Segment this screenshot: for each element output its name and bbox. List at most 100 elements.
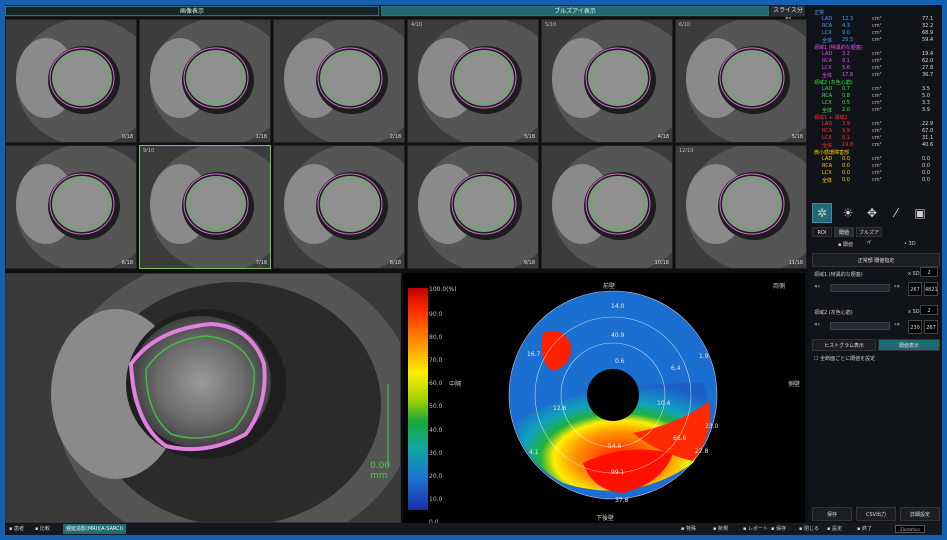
thumbnail-4[interactable]: 4/10 3/18	[407, 19, 539, 143]
stats-unit: cm²	[872, 37, 882, 43]
segment-value: 16.7	[527, 351, 541, 358]
stats-value: 3.9	[842, 121, 850, 127]
region2-label: 領域2 (灰色心筋)	[814, 310, 853, 316]
stats-row: LCX 0.0 cm² 0.0	[814, 170, 938, 177]
region2-slider[interactable]	[830, 322, 890, 330]
label-lateral: 側壁	[788, 381, 801, 388]
brightness-icon[interactable]: ☀	[838, 203, 858, 223]
region2-prev-arrows[interactable]: «‹	[814, 321, 820, 328]
stats-unit: cm²	[872, 121, 882, 127]
stats-percent: 3.9	[922, 107, 930, 113]
csv-export-button[interactable]: CSV出力	[856, 507, 896, 521]
stats-value: 25.5	[842, 37, 854, 43]
thumbnail-2[interactable]: 1/18	[139, 19, 271, 143]
tab-bullseye[interactable]: ブルズアイ表示	[381, 6, 769, 16]
patient-item[interactable]: ▪ 患者	[9, 525, 24, 532]
stats-unit: cm²	[872, 72, 882, 78]
colorbar-tick: 40.0	[429, 426, 443, 434]
tab-roi[interactable]: ROI	[812, 227, 832, 237]
compare-item[interactable]: ▪ 比較	[35, 525, 50, 532]
threshold-check[interactable]: ▪ 閾値	[838, 241, 853, 248]
move-icon[interactable]: ✥	[862, 203, 882, 223]
thumbnail-5[interactable]: 5/10 4/18	[541, 19, 673, 143]
save-button[interactable]: 保存	[812, 507, 852, 521]
segment-value: 40.9	[611, 332, 625, 339]
stats-unit: cm²	[872, 86, 882, 92]
stats-percent: 0.0	[922, 170, 930, 176]
region2-min[interactable]: 230	[908, 320, 922, 334]
thumbnail-position: 3/18	[523, 134, 535, 140]
detail-settings-button[interactable]: 詳細設定	[900, 507, 940, 521]
thumbnail-image	[676, 20, 806, 142]
stats-value: 0.0	[842, 156, 850, 162]
thumbnail-6[interactable]: 6/10 5/18	[675, 19, 807, 143]
thumbnail-grid: 0/18 1/18 2/18 4/10 3/18 5/10 4/18 6/10 …	[5, 19, 807, 271]
thumbnail-10[interactable]: 9/18	[407, 145, 539, 269]
stats-name: LAD	[822, 121, 833, 127]
region1-min[interactable]: 267	[908, 282, 922, 296]
thumbnail-9[interactable]: 8/18	[273, 145, 405, 269]
bottom-item-0[interactable]: ▪ 特殊	[681, 525, 696, 532]
bottom-item-6[interactable]: ▪ 終了	[857, 525, 872, 532]
histogram-button[interactable]: ヒストグラム表示	[812, 339, 876, 351]
study-tag[interactable]: 遅延造影(MRI)(A-SARCI)	[63, 524, 127, 534]
thumbnail-image	[6, 146, 136, 268]
measure-icon[interactable]: ⁄	[886, 203, 906, 223]
app-window: 画像表示 ブルズアイ表示 スライス分割 0/18 1/18 2/18	[5, 5, 942, 535]
region2-max[interactable]: 267	[924, 320, 938, 334]
bottom-item-3[interactable]: ▪ 保存	[771, 525, 786, 532]
region1-next-arrows[interactable]: ›»	[894, 283, 900, 290]
scale-label: 0.00 mm	[370, 461, 391, 481]
thumbnail-8[interactable]: 9/10 7/18	[139, 145, 271, 269]
colorbar-tick: 50.0	[429, 403, 443, 411]
bottom-item-4[interactable]: ▪ 閉じる	[799, 525, 819, 532]
stats-name: 全体	[822, 178, 833, 184]
main-image	[6, 274, 400, 522]
thumbnail-7[interactable]: 6/18	[5, 145, 137, 269]
thumbnail-position: 9/18	[523, 260, 535, 266]
stats-group-title: 領域1 + 領域2	[814, 115, 848, 121]
stats-name: RCA	[822, 93, 833, 99]
film-icon[interactable]: ▣	[910, 203, 930, 223]
region1-prev-arrows[interactable]: «‹	[814, 283, 820, 290]
thumbnail-12[interactable]: 12/10 11/18	[675, 145, 807, 269]
side-panel: 正常 LAD 12.3 cm² 77.1 RCA 4.3 cm² 32.2 LCX 9…	[808, 5, 942, 523]
bottom-item-1[interactable]: ▪ 新規	[713, 525, 728, 532]
stats-value: 0.5	[842, 100, 850, 106]
region1-sd-input[interactable]: 2	[920, 267, 938, 277]
thumbnail-11[interactable]: 10/18	[541, 145, 673, 269]
tab-threshold[interactable]: 閾値	[834, 227, 854, 237]
threshold-display-button[interactable]: 閾値表示	[878, 339, 940, 351]
segment-value: 27.8	[695, 448, 709, 455]
thumbnail-number: 9/10	[143, 148, 155, 154]
thumbnail-position: 1/18	[255, 134, 267, 140]
bottom-item-2[interactable]: ▪ レポート	[743, 525, 768, 532]
stats-name: LCX	[822, 135, 832, 141]
thumbnail-number: 12/10	[679, 148, 694, 154]
stats-unit: cm²	[872, 142, 882, 148]
stats-row: RCA 0.8 cm² 5.0	[814, 93, 938, 100]
tab-cine[interactable]: 画像表示	[5, 6, 379, 16]
stats-percent: 0.0	[922, 163, 930, 169]
stats-group-title: 領域2 (灰色心筋)	[814, 80, 853, 86]
thumbnail-1[interactable]: 0/18	[5, 19, 137, 143]
normal-threshold-button[interactable]: 正常部 閾値指定	[812, 253, 940, 267]
slice-split-button[interactable]: スライス分割	[771, 6, 805, 24]
segment-value: 4.1	[529, 449, 539, 456]
region2-sd-input[interactable]: 2	[920, 305, 938, 315]
region1-slider[interactable]	[830, 284, 890, 292]
segment-value: 66.6	[673, 435, 687, 442]
mode-3d[interactable]: • 3D	[904, 241, 916, 247]
stats-unit: cm²	[872, 177, 882, 183]
roi-tool-icon[interactable]: ✲	[812, 203, 832, 223]
region2-next-arrows[interactable]: ›»	[894, 321, 900, 328]
stats-row: LCX 5.6 cm² 27.8	[814, 65, 938, 72]
stats-name: 全体	[822, 108, 833, 114]
bottom-item-5[interactable]: ▪ 設定	[827, 525, 842, 532]
thumbnail-3[interactable]: 2/18	[273, 19, 405, 143]
tab-bullseye-sub[interactable]: ブルズアイ	[856, 227, 882, 246]
apply-all-check[interactable]: ☐ 全断面ごとに閾値を設定	[814, 355, 875, 362]
segment-value: 14.0	[611, 303, 625, 310]
main-image-view[interactable]: 0.00 mm	[5, 273, 401, 523]
region1-max[interactable]: 4821	[924, 282, 938, 296]
